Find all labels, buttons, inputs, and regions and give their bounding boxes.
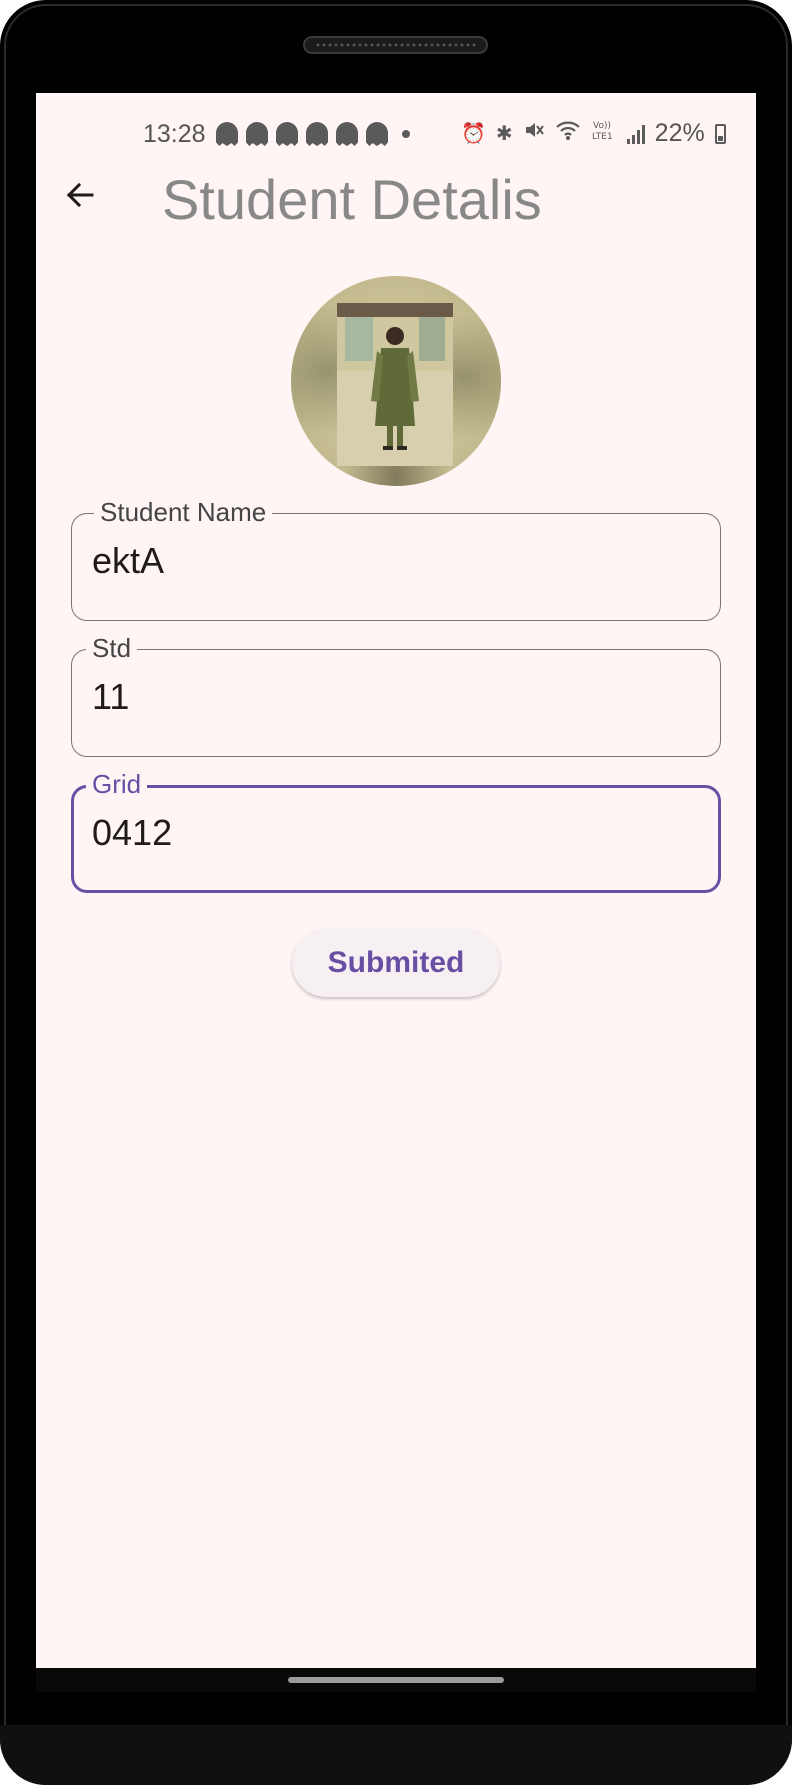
alarm-icon: ⏰ [461,122,486,145]
snapchat-icon [336,122,358,146]
snapchat-icon [246,122,268,146]
snapchat-icon [216,122,238,146]
student-name-field[interactable]: Student Name [71,496,721,621]
wifi-icon [555,119,581,148]
submit-button[interactable]: Submited [292,929,500,997]
grid-label: Grid [86,768,148,800]
student-name-label: Student Name [94,496,273,528]
dot-icon [402,130,410,138]
navigation-bar [36,1668,756,1692]
phone-frame: 13:28 ⏰ ✱ Vo)) LTE1 22% Student Detalis … [0,0,792,1785]
student-photo [337,303,453,466]
snapchat-icon [276,122,298,146]
battery-icon [714,123,726,144]
app-bar: Student Detalis [36,153,756,243]
status-bar: 13:28 ⏰ ✱ Vo)) LTE1 22% [36,93,756,148]
snapchat-icon [306,122,328,146]
back-button[interactable] [58,173,102,217]
battery-percent: 22% [654,119,705,147]
grid-input[interactable] [92,812,698,854]
status-time: 13:28 [143,120,206,148]
snapchat-icon [366,122,388,146]
bottom-bezel [0,1725,792,1785]
home-indicator[interactable] [288,1677,504,1683]
std-label: Std [86,632,138,664]
page-title: Student Detalis [162,168,542,231]
svg-text:LTE1: LTE1 [592,132,613,141]
volte-icon: Vo)) LTE1 [591,119,617,148]
svg-text:Vo)): Vo)) [593,121,611,131]
earpiece-speaker [303,36,488,54]
system-icons: ⏰ ✱ Vo)) LTE1 22% [461,119,726,148]
grid-field[interactable]: Grid [71,768,721,893]
student-avatar[interactable] [291,276,501,486]
bluetooth-icon: ✱ [495,122,513,145]
std-input[interactable] [92,676,700,718]
std-field[interactable]: Std [71,632,721,757]
signal-icon [626,124,645,144]
mute-icon [523,119,545,148]
notification-icons [216,122,410,146]
student-name-input[interactable] [92,540,700,582]
app-screen: 13:28 ⏰ ✱ Vo)) LTE1 22% Student Detalis … [36,93,756,1668]
arrow-back-icon [66,182,94,208]
